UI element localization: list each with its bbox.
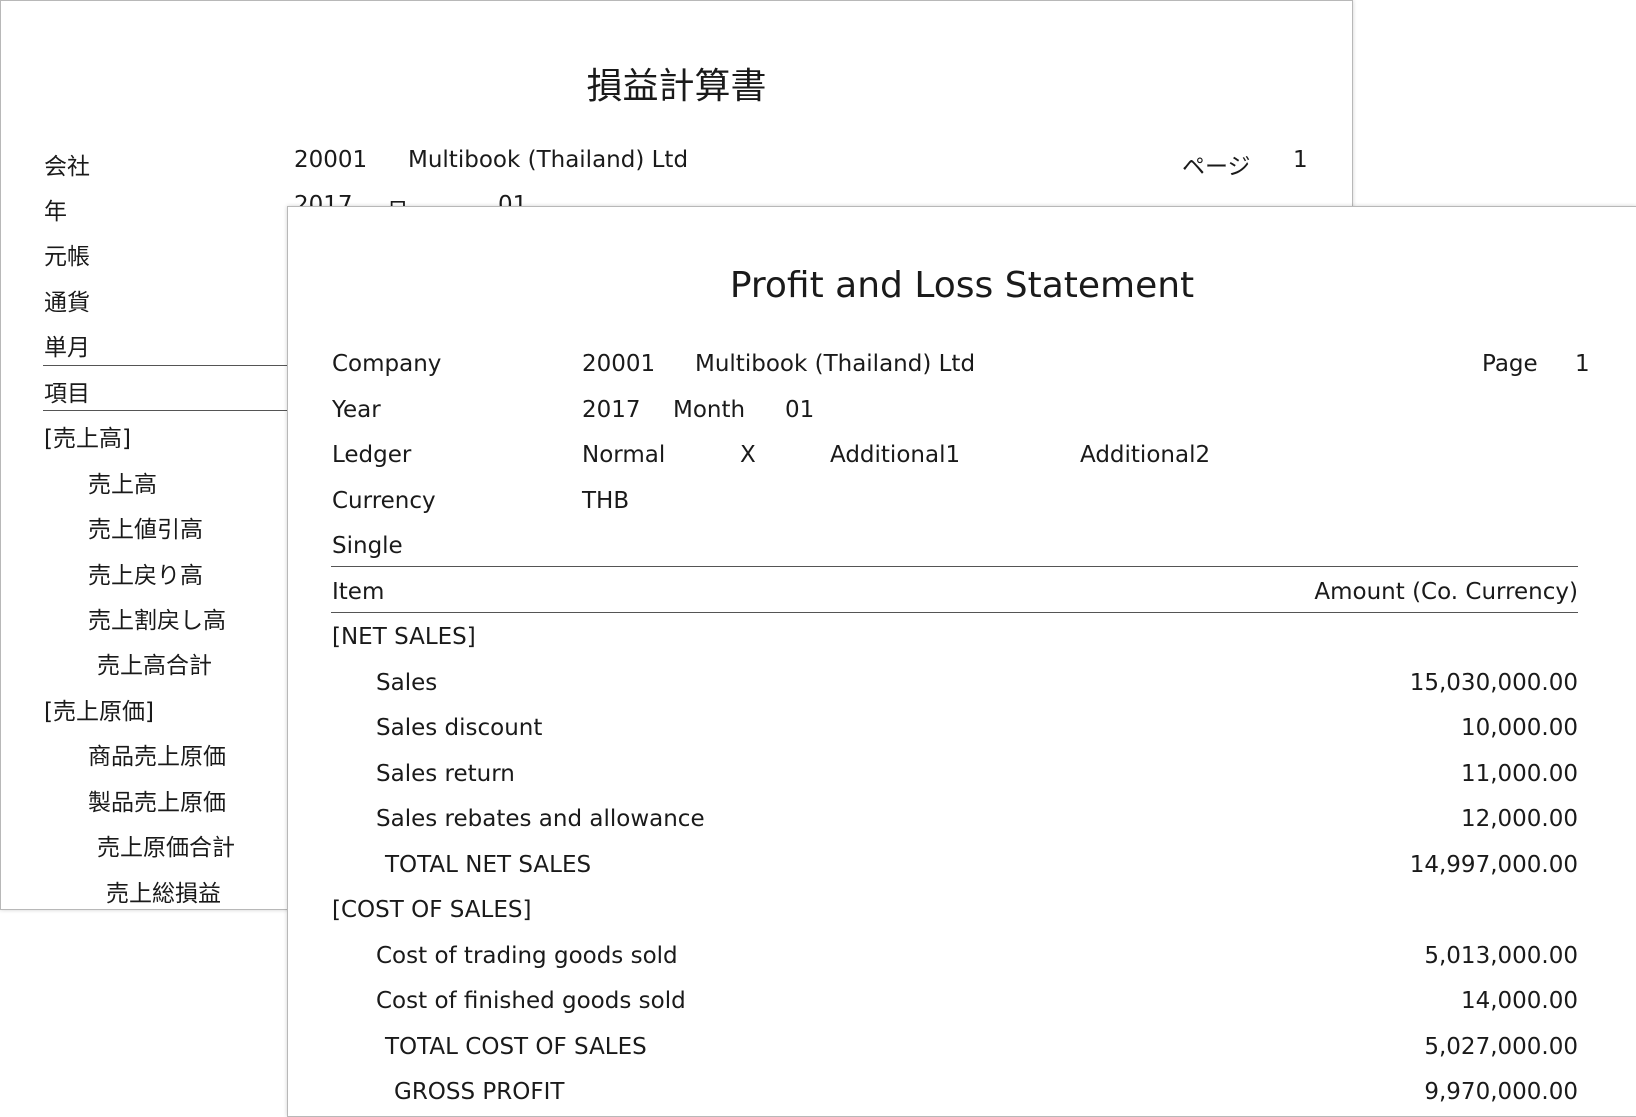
- en-company-code: 20001: [582, 351, 656, 377]
- jp-company-name: Multibook (Thailand) Ltd: [408, 147, 689, 173]
- en-currency-value: THB: [582, 488, 630, 514]
- en-row-label: Sales discount: [376, 715, 543, 741]
- en-company-label: Company: [332, 351, 442, 377]
- jp-row-label: 製品売上原価: [88, 790, 226, 816]
- en-row-amount: 10,000.00: [1460, 715, 1578, 741]
- en-report-sheet: Profit and Loss Statement Company 20001 …: [287, 206, 1636, 1117]
- en-row-label: [NET SALES]: [332, 624, 476, 650]
- en-row-label: TOTAL NET SALES: [385, 852, 592, 878]
- en-row-label: Sales: [376, 670, 438, 696]
- en-row-label: Cost of trading goods sold: [376, 943, 678, 969]
- jp-row-label: 売上戻り高: [88, 563, 203, 589]
- en-row-label: TOTAL COST OF SALES: [385, 1034, 647, 1060]
- en-month-label: Month: [673, 397, 746, 423]
- en-page-number: 1: [1575, 351, 1590, 377]
- en-page-label: Page: [1482, 351, 1538, 377]
- en-company-name: Multibook (Thailand) Ltd: [695, 351, 976, 377]
- jp-row-label: 売上総損益: [106, 881, 221, 907]
- en-additional1-label: Additional1: [830, 442, 961, 468]
- en-row-label: Sales rebates and allowance: [376, 806, 705, 832]
- en-item-header: Item: [332, 579, 385, 605]
- en-row-amount: 14,997,000.00: [1409, 852, 1578, 878]
- jp-row-label: 売上値引高: [88, 517, 203, 543]
- en-row-amount: 11,000.00: [1460, 761, 1578, 787]
- jp-item-header: 項目: [44, 381, 90, 407]
- en-row-amount: 5,013,000.00: [1424, 943, 1578, 969]
- jp-year-label: 年: [44, 199, 67, 225]
- en-row-label: GROSS PROFIT: [394, 1079, 565, 1105]
- en-year-label: Year: [332, 397, 381, 423]
- jp-ledger-label: 元帳: [44, 244, 90, 270]
- jp-single-label: 単月: [44, 335, 90, 361]
- jp-row-label: 売上高合計: [97, 653, 212, 679]
- en-amount-header: Amount (Co. Currency): [1314, 579, 1578, 605]
- en-year-value: 2017: [582, 397, 641, 423]
- jp-report-title: 損益計算書: [586, 66, 767, 107]
- en-row-amount: 9,970,000.00: [1424, 1079, 1578, 1105]
- jp-page-label: ページ: [1182, 154, 1251, 180]
- en-row-amount: 12,000.00: [1460, 806, 1578, 832]
- jp-row-label: 売上原価合計: [97, 835, 235, 861]
- en-row-label: Sales return: [376, 761, 515, 787]
- jp-row-label: 商品売上原価: [88, 744, 226, 770]
- en-additional2-label: Additional2: [1080, 442, 1211, 468]
- en-ledger-value: Normal: [582, 442, 666, 468]
- en-ledger-x: X: [740, 442, 756, 468]
- en-currency-label: Currency: [332, 488, 436, 514]
- jp-page-number: 1: [1293, 147, 1308, 173]
- jp-row-label: [売上高]: [44, 426, 131, 452]
- en-header-rule-bottom: [331, 612, 1578, 613]
- en-single-label: Single: [332, 533, 403, 559]
- en-row-amount: 15,030,000.00: [1409, 670, 1578, 696]
- en-row-label: Cost of finished goods sold: [376, 988, 686, 1014]
- en-ledger-label: Ledger: [332, 442, 412, 468]
- en-report-title: Profit and Loss Statement: [729, 265, 1195, 306]
- jp-company-label: 会社: [44, 154, 90, 180]
- jp-row-label: 売上割戻し高: [88, 608, 226, 634]
- jp-row-label: 売上高: [88, 472, 157, 498]
- en-row-label: [COST OF SALES]: [332, 897, 532, 923]
- en-row-amount: 5,027,000.00: [1424, 1034, 1578, 1060]
- en-row-amount: 14,000.00: [1460, 988, 1578, 1014]
- en-month-value: 01: [785, 397, 815, 423]
- jp-company-code: 20001: [294, 147, 368, 173]
- jp-row-label: [売上原価]: [44, 699, 154, 725]
- en-header-rule-top: [331, 566, 1578, 567]
- jp-currency-label: 通貨: [44, 290, 90, 316]
